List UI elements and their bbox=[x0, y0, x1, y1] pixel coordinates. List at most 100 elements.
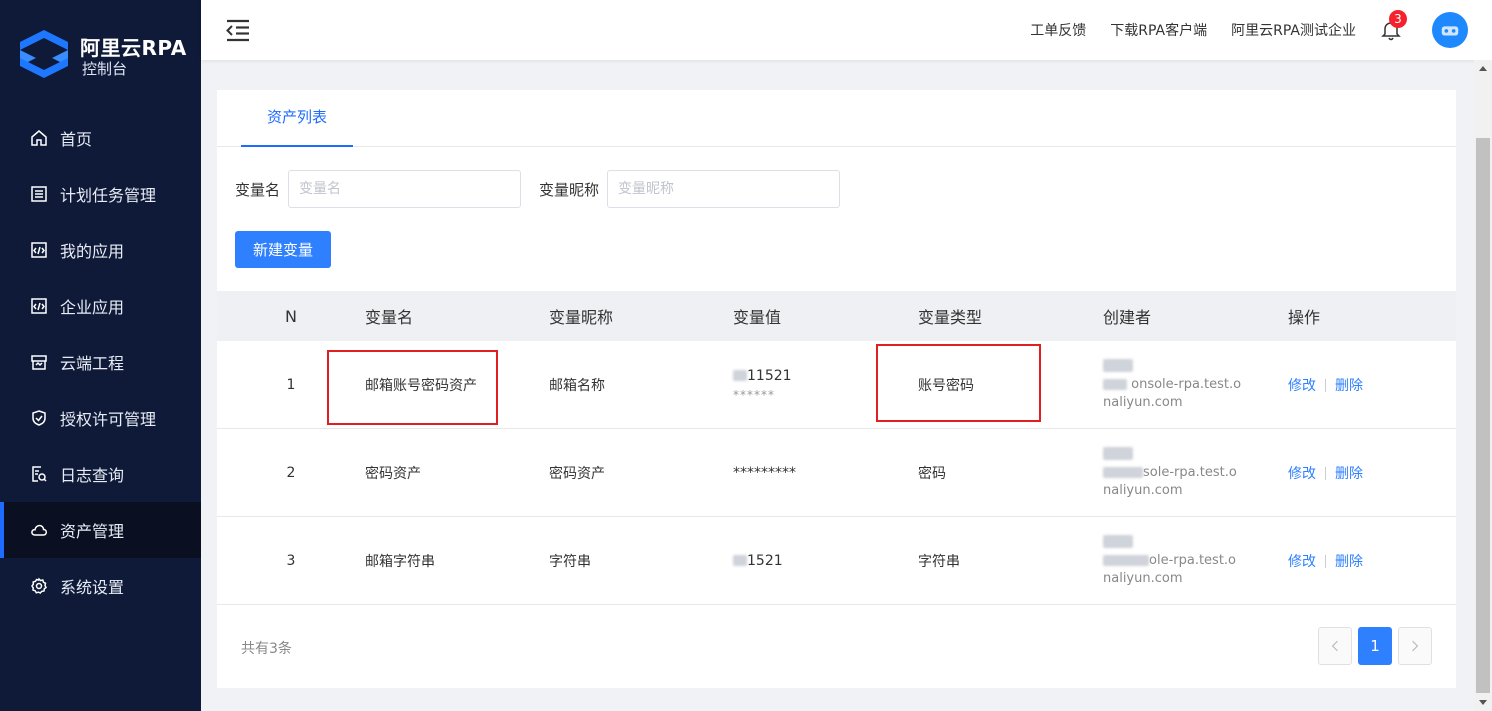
header-links: 工单反馈 下载RPA客户端 阿里云RPA测试企业 3 bbox=[1030, 0, 1492, 60]
row-index: 2 bbox=[286, 464, 296, 481]
row-var-value: ********* bbox=[733, 465, 918, 481]
sidebar-item-label: 首页 bbox=[60, 130, 93, 149]
sidebar-item-my-apps[interactable]: 我的应用 bbox=[0, 222, 201, 278]
row-var-name: 邮箱账号密码资产 bbox=[365, 377, 477, 394]
sidebar-item-label: 我的应用 bbox=[60, 242, 125, 261]
list-icon bbox=[30, 185, 48, 203]
chevron-left-icon bbox=[1331, 640, 1338, 652]
row-var-type: 账号密码 bbox=[918, 377, 974, 394]
edit-link[interactable]: 修改 bbox=[1288, 378, 1316, 394]
value-text: 1521 bbox=[747, 552, 783, 569]
gear-icon bbox=[30, 577, 48, 595]
row-var-value: 11521 ****** bbox=[733, 368, 918, 402]
sidebar-item-cloud-projects[interactable]: 云端工程 bbox=[0, 334, 201, 390]
scroll-down-arrow-icon[interactable] bbox=[1479, 700, 1487, 705]
row-actions: 修改 删除 bbox=[1288, 463, 1448, 483]
sidebar-item-settings[interactable]: 系统设置 bbox=[0, 558, 201, 614]
col-creator: 创建者 bbox=[1103, 308, 1152, 327]
var-nick-input[interactable] bbox=[607, 170, 841, 208]
creator-email-part: onsole-rpa.test.o bbox=[1131, 376, 1242, 392]
top-header: 工单反馈 下载RPA客户端 阿里云RPA测试企业 3 bbox=[201, 0, 1492, 60]
sidebar-item-home[interactable]: 首页 bbox=[0, 110, 201, 166]
new-variable-button[interactable]: 新建变量 bbox=[235, 231, 331, 268]
enterprise-switch-link[interactable]: 阿里云RPA测试企业 bbox=[1231, 20, 1356, 40]
sidebar: 阿里云RPA 控制台 首页 计划任务管理 我的应用 企业应用 云端工程 授权许可… bbox=[0, 0, 201, 711]
scroll-thumb[interactable] bbox=[1476, 138, 1490, 693]
redacted-text bbox=[1103, 378, 1127, 390]
sidebar-item-scheduled-tasks[interactable]: 计划任务管理 bbox=[0, 166, 201, 222]
table-row: 1 邮箱账号密码资产 邮箱名称 11521 ****** 账号密码 onsole… bbox=[217, 341, 1456, 429]
notification-button[interactable]: 3 bbox=[1380, 10, 1407, 41]
table-row: 3 邮箱字符串 字符串 1521 字符串 ole-rpa.test.o naliy… bbox=[217, 517, 1456, 605]
aliyun-logo-icon bbox=[20, 30, 68, 78]
edit-link[interactable]: 修改 bbox=[1288, 466, 1316, 482]
redacted-creator-name bbox=[1103, 359, 1133, 372]
var-name-label: 变量名 bbox=[235, 180, 281, 199]
col-var-nick: 变量昵称 bbox=[549, 308, 614, 327]
value-masked: ****** bbox=[733, 387, 775, 402]
tab-bar: 资产列表 bbox=[217, 90, 1456, 147]
sidebar-nav: 首页 计划任务管理 我的应用 企业应用 云端工程 授权许可管理 日志查询 资产管… bbox=[0, 110, 201, 614]
col-actions: 操作 bbox=[1288, 308, 1321, 327]
shield-icon bbox=[30, 409, 48, 427]
page-scrollbar[interactable] bbox=[1474, 60, 1492, 711]
row-index: 1 bbox=[286, 376, 296, 393]
tab-asset-list[interactable]: 资产列表 bbox=[241, 90, 353, 147]
row-var-type: 密码 bbox=[918, 465, 946, 482]
row-creator: ole-rpa.test.o naliyun.com bbox=[1103, 534, 1288, 588]
creator-email-domain: naliyun.com bbox=[1103, 394, 1183, 410]
sidebar-item-label: 云端工程 bbox=[60, 354, 125, 373]
redacted-text bbox=[1103, 466, 1143, 478]
user-avatar[interactable] bbox=[1432, 12, 1468, 48]
sidebar-item-license[interactable]: 授权许可管理 bbox=[0, 390, 201, 446]
row-var-type: 字符串 bbox=[918, 553, 960, 570]
chevron-right-icon bbox=[1412, 640, 1419, 652]
page-button-current[interactable]: 1 bbox=[1358, 627, 1392, 665]
creator-email-part: sole-rpa.test.o bbox=[1143, 464, 1237, 480]
action-divider bbox=[1325, 379, 1326, 392]
sidebar-item-label: 计划任务管理 bbox=[60, 186, 157, 205]
download-client-link[interactable]: 下载RPA客户端 bbox=[1110, 20, 1207, 40]
log-search-icon bbox=[30, 465, 48, 483]
redacted-text bbox=[733, 555, 747, 566]
row-var-value: 1521 bbox=[733, 553, 918, 569]
asset-list-card: 资产列表 变量名 变量昵称 新建变量 N 变量名 变量昵称 变量值 变量类型 创… bbox=[217, 90, 1456, 688]
table-row: 2 密码资产 密码资产 ********* 密码 sole-rpa.test.o… bbox=[217, 429, 1456, 517]
sidebar-item-assets[interactable]: 资产管理 bbox=[0, 502, 201, 558]
delete-link[interactable]: 删除 bbox=[1335, 378, 1363, 394]
action-divider bbox=[1325, 467, 1326, 480]
logo[interactable]: 阿里云RPA 控制台 bbox=[16, 24, 196, 84]
next-page-button[interactable] bbox=[1398, 627, 1432, 665]
avatar-icon bbox=[1441, 26, 1459, 36]
sidebar-item-label: 系统设置 bbox=[60, 578, 125, 597]
redacted-text bbox=[1103, 554, 1149, 566]
value-text: ********* bbox=[733, 464, 796, 481]
creator-email-part: ole-rpa.test.o bbox=[1149, 552, 1237, 568]
creator-email-domain: naliyun.com bbox=[1103, 482, 1183, 498]
menu-fold-icon[interactable] bbox=[225, 18, 251, 42]
creator-email-domain: naliyun.com bbox=[1103, 570, 1183, 586]
code-icon bbox=[30, 297, 48, 315]
edit-link[interactable]: 修改 bbox=[1288, 554, 1316, 570]
row-actions: 修改 删除 bbox=[1288, 551, 1448, 571]
var-nick-label: 变量昵称 bbox=[539, 180, 600, 199]
row-creator: onsole-rpa.test.o naliyun.com bbox=[1103, 358, 1288, 412]
filter-bar: 变量名 变量昵称 bbox=[235, 170, 858, 208]
delete-link[interactable]: 删除 bbox=[1335, 466, 1363, 482]
row-creator: sole-rpa.test.o naliyun.com bbox=[1103, 446, 1288, 500]
redacted-text bbox=[733, 370, 747, 381]
row-var-name: 密码资产 bbox=[365, 465, 421, 482]
delete-link[interactable]: 删除 bbox=[1335, 554, 1363, 570]
redacted-creator-name bbox=[1103, 447, 1133, 460]
sidebar-item-label: 企业应用 bbox=[60, 298, 125, 317]
scroll-up-arrow-icon[interactable] bbox=[1479, 66, 1487, 71]
sidebar-item-logs[interactable]: 日志查询 bbox=[0, 446, 201, 502]
prev-page-button[interactable] bbox=[1318, 627, 1352, 665]
table-header: N 变量名 变量昵称 变量值 变量类型 创建者 操作 bbox=[217, 291, 1456, 341]
asset-table: N 变量名 变量昵称 变量值 变量类型 创建者 操作 1 邮箱账号密码资产 邮箱… bbox=[217, 291, 1456, 605]
row-var-nick: 字符串 bbox=[549, 553, 591, 570]
feedback-link[interactable]: 工单反馈 bbox=[1030, 20, 1086, 40]
home-icon bbox=[30, 129, 48, 147]
sidebar-item-enterprise-apps[interactable]: 企业应用 bbox=[0, 278, 201, 334]
var-name-input[interactable] bbox=[288, 170, 522, 208]
